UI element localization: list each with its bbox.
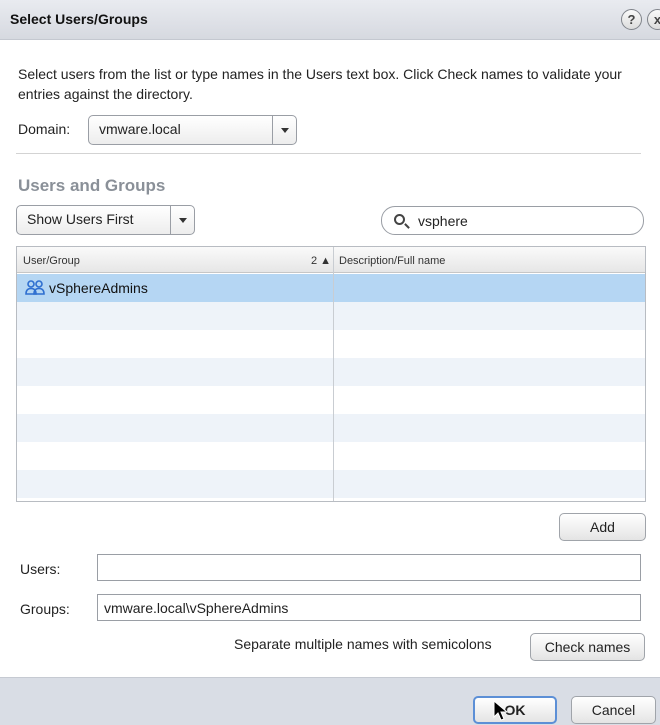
column-header-user-group[interactable]: User/Group (23, 255, 80, 267)
groups-input[interactable] (97, 594, 641, 621)
table-row (17, 498, 645, 501)
search-input[interactable] (418, 212, 628, 230)
domain-select-value: vmware.local (99, 121, 181, 137)
table-row (17, 330, 645, 358)
search-field[interactable] (381, 206, 644, 235)
table-row (17, 414, 645, 442)
close-icon[interactable]: x (647, 9, 660, 30)
table-row (17, 470, 645, 498)
users-groups-table: User/Group 2 ▲ Description/Full name vSp… (16, 246, 646, 502)
ok-button[interactable]: OK (473, 696, 557, 724)
dialog-titlebar: Select Users/Groups ? x (0, 0, 660, 40)
cancel-button[interactable]: Cancel (571, 696, 656, 724)
domain-select[interactable]: vmware.local (88, 115, 297, 145)
section-title: Users and Groups (18, 176, 166, 195)
check-names-button[interactable]: Check names (530, 633, 645, 661)
table-row (17, 302, 645, 330)
users-label: Users: (20, 561, 61, 577)
dialog-title: Select Users/Groups (10, 11, 148, 27)
groups-label: Groups: (20, 601, 70, 617)
chevron-down-icon[interactable] (272, 116, 296, 144)
dialog-footer (0, 677, 660, 725)
group-icon (25, 280, 45, 295)
divider (16, 153, 641, 154)
search-icon (394, 214, 405, 225)
chevron-down-icon[interactable] (170, 206, 194, 234)
column-divider[interactable] (333, 247, 334, 501)
mouse-cursor-icon (493, 700, 509, 721)
domain-label: Domain: (18, 121, 71, 137)
column-header-description[interactable]: Description/Full name (339, 255, 445, 267)
sort-order-select[interactable]: Show Users First (16, 205, 195, 235)
table-row (17, 442, 645, 470)
table-row (17, 386, 645, 414)
row-name: vSphereAdmins (49, 280, 148, 296)
table-body: vSphereAdmins (17, 274, 645, 501)
separator-hint: Separate multiple names with semicolons (234, 636, 492, 652)
table-header: User/Group 2 ▲ Description/Full name (17, 247, 645, 273)
sort-order-value: Show Users First (27, 211, 134, 227)
table-row[interactable]: vSphereAdmins (17, 274, 645, 302)
help-icon[interactable]: ? (621, 9, 642, 30)
users-input[interactable] (97, 554, 641, 581)
table-row (17, 358, 645, 386)
add-button[interactable]: Add (559, 513, 646, 541)
sort-indicator[interactable]: 2 ▲ (311, 255, 331, 267)
instructions-text: Select users from the list or type names… (18, 66, 622, 102)
